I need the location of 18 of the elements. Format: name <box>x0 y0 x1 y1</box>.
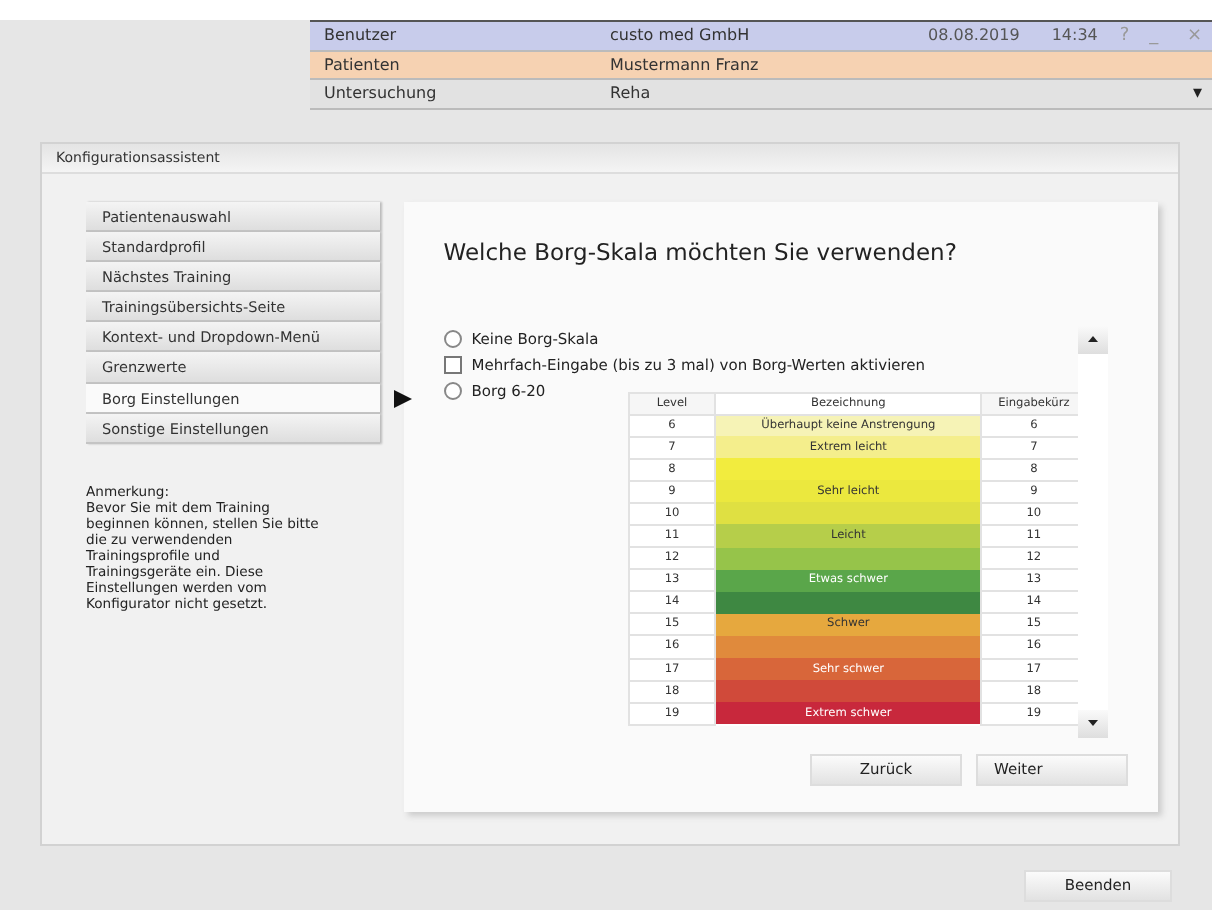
question-text: Welche Borg-Skala möchten Sie verwenden? <box>443 237 959 265</box>
row-label: Benutzer <box>322 26 399 45</box>
radio-button[interactable] <box>443 381 462 399</box>
up-arrow-icon <box>1087 336 1098 342</box>
radio-button[interactable] <box>443 329 462 347</box>
time-text: 14:34 <box>1051 26 1098 45</box>
scroll-up-button[interactable] <box>1077 325 1108 353</box>
row-value: custo med GmbH <box>610 26 752 45</box>
row-value: Reha <box>610 84 653 103</box>
scroll-down-button[interactable] <box>1077 709 1108 737</box>
row-label: Untersuchung <box>322 84 439 103</box>
checkbox[interactable] <box>443 355 462 373</box>
row-value: Mustermann Franz <box>610 55 761 74</box>
down-arrow-icon <box>1087 720 1098 726</box>
row-label: Patienten <box>322 55 402 74</box>
dropdown-button[interactable]: ▾ <box>1182 83 1212 104</box>
pointer-icon <box>393 389 412 408</box>
date-text: 08.08.2019 <box>928 26 1020 45</box>
